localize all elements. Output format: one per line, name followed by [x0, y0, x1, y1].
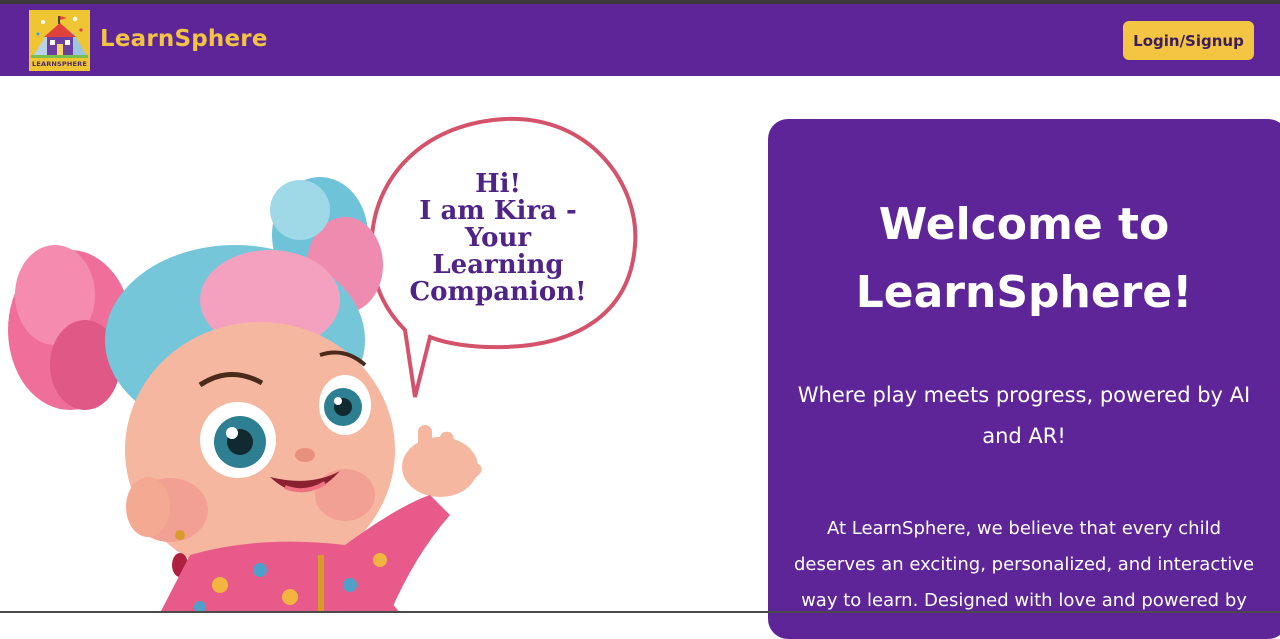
navbar: LEARNSPHERE LearnSphere Login/Signup: [0, 4, 1280, 76]
welcome-title: Welcome to LearnSphere!: [855, 199, 1193, 318]
welcome-body-text: At LearnSphere, we believe that every ch…: [793, 518, 1255, 611]
logo[interactable]: LEARNSPHERE: [29, 10, 90, 71]
speech-bubble-text: Hi! I am Kira - Your Learning Companion!: [388, 171, 608, 306]
speech-bubble-message: Hi! I am Kira - Your Learning Companion!: [409, 169, 587, 307]
welcome-panel: Welcome to LearnSphere! Where play meets…: [768, 119, 1280, 639]
welcome-subtitle: Where play meets progress, powered by AI…: [797, 383, 1251, 448]
login-signup-button[interactable]: Login/Signup: [1123, 21, 1254, 60]
brand-name[interactable]: LearnSphere: [100, 26, 268, 52]
waving-hand: [402, 425, 482, 497]
logo-caption: LEARNSPHERE: [31, 60, 88, 68]
